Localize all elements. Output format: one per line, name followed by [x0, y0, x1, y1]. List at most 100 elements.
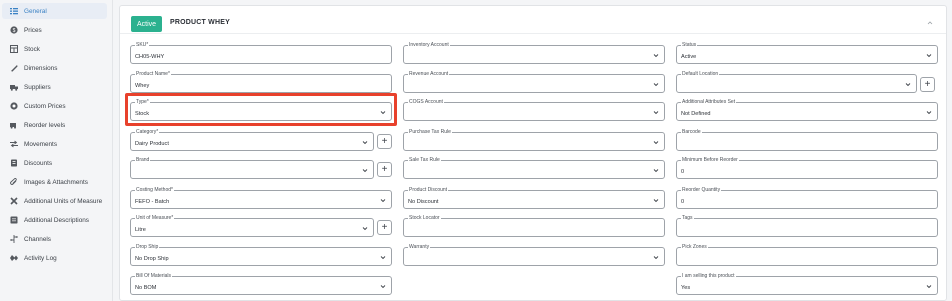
barcode-field[interactable]: Barcode — [676, 129, 938, 151]
sku-value: CH05-WHY — [135, 54, 165, 60]
sidebar-item-general[interactable]: General — [2, 3, 107, 19]
sidebar-item-activity-log[interactable]: Activity Log — [2, 250, 107, 266]
tags-field[interactable]: Tags — [676, 215, 938, 237]
type-label: Type* — [135, 99, 150, 106]
product-name-label: Product Name* — [135, 71, 171, 78]
costing-method-label: Costing Method* — [135, 187, 174, 194]
drop-ship-select[interactable]: Drop Ship No Drop Ship — [130, 244, 392, 266]
barcode-label: Barcode — [681, 129, 702, 136]
sku-label: SKU* — [135, 42, 150, 49]
sale-tax-rule-label: Sale Tax Rule — [408, 157, 441, 164]
cogs-account-label: COGS Account — [408, 99, 444, 106]
sidebar-item-discounts[interactable]: Discounts — [2, 155, 107, 171]
collapse-icon[interactable] — [926, 19, 934, 27]
custom-prices-icon — [9, 102, 18, 111]
chevron-down-icon — [653, 141, 659, 145]
stock-locator-label: Stock Locator — [408, 215, 441, 222]
sidebar: General $ Prices Stock Dimensions Suppli… — [0, 0, 113, 301]
sidebar-item-label: General — [24, 7, 47, 15]
chevron-down-icon — [653, 256, 659, 260]
revenue-account-select[interactable]: Revenue Account — [403, 71, 665, 93]
chevron-down-icon — [926, 285, 932, 289]
inventory-account-label: Inventory Account — [408, 42, 450, 49]
product-discount-value: No Discount — [408, 199, 439, 205]
warranty-select[interactable]: Warranty — [403, 244, 665, 266]
type-select[interactable]: Type* Stock — [130, 99, 392, 121]
reorder-icon — [9, 121, 18, 130]
sidebar-item-additional-units[interactable]: Additional Units of Measure — [2, 193, 107, 209]
sidebar-item-label: Additional Units of Measure — [24, 197, 103, 205]
costing-method-select[interactable]: Costing Method* FEFO - Batch — [130, 187, 392, 209]
chevron-down-icon — [380, 256, 386, 260]
selling-select[interactable]: I am selling this product Yes — [676, 273, 938, 295]
chevron-down-icon — [653, 169, 659, 173]
channels-icon — [9, 235, 18, 244]
default-location-label: Default Location — [681, 71, 720, 78]
add-brand-button[interactable]: + — [377, 162, 392, 177]
category-select[interactable]: Category* Dairy Product — [130, 129, 374, 151]
sidebar-item-reorder-levels[interactable]: Reorder levels — [2, 117, 107, 133]
sidebar-item-label: Custom Prices — [24, 102, 66, 110]
product-discount-label: Product Discount — [408, 187, 449, 194]
sidebar-item-suppliers[interactable]: Suppliers — [2, 79, 107, 95]
sidebar-item-label: Stock — [24, 45, 40, 53]
unit-of-measure-label: Unit of Measure* — [135, 215, 175, 222]
add-category-button[interactable]: + — [377, 134, 392, 149]
product-discount-select[interactable]: Product Discount No Discount — [403, 187, 665, 209]
general-icon — [9, 7, 18, 16]
drop-ship-value: No Drop Ship — [135, 256, 169, 262]
additional-attributes-label: Additional Attributes Set — [681, 99, 737, 106]
arrows-icon — [9, 140, 18, 149]
discount-icon — [9, 159, 18, 168]
add-unit-button[interactable]: + — [377, 220, 392, 235]
cogs-account-select[interactable]: COGS Account — [403, 99, 665, 121]
chevron-down-icon — [362, 169, 368, 173]
reorder-quantity-field[interactable]: Reorder Quantity 0 — [676, 187, 938, 209]
sidebar-item-custom-prices[interactable]: Custom Prices — [2, 98, 107, 114]
chevron-down-icon — [380, 285, 386, 289]
paperclip-icon — [9, 178, 18, 187]
sidebar-item-stock[interactable]: Stock — [2, 41, 107, 57]
unit-of-measure-select[interactable]: Unit of Measure* Litre — [130, 215, 374, 237]
sidebar-item-label: Images & Attachments — [24, 178, 88, 186]
chevron-down-icon — [362, 227, 368, 231]
sidebar-item-label: Movements — [24, 140, 58, 148]
product-name-value: Whey — [135, 83, 150, 89]
sale-tax-rule-select[interactable]: Sale Tax Rule — [403, 157, 665, 179]
brand-select[interactable]: Brand — [130, 157, 374, 179]
minimum-before-reorder-field[interactable]: Minimum Before Reorder 0 — [676, 157, 938, 179]
description-icon — [9, 216, 18, 225]
product-name-field[interactable]: Product Name* Whey — [130, 71, 392, 93]
minimum-before-reorder-label: Minimum Before Reorder — [681, 157, 739, 164]
card-header: Active PRODUCT WHEY — [120, 6, 946, 34]
sidebar-item-images-attachments[interactable]: Images & Attachments — [2, 174, 107, 190]
sidebar-item-label: Dimensions — [24, 64, 58, 72]
costing-method-value: FEFO - Batch — [135, 199, 170, 205]
pick-zones-field[interactable]: Pick Zones — [676, 244, 938, 266]
sidebar-item-movements[interactable]: Movements — [2, 136, 107, 152]
purchase-tax-rule-select[interactable]: Purchase Tax Rule — [403, 129, 665, 151]
sidebar-item-prices[interactable]: $ Prices — [2, 22, 107, 38]
pick-zones-label: Pick Zones — [681, 244, 708, 251]
default-location-select[interactable]: Default Location — [676, 71, 917, 93]
sidebar-item-channels[interactable]: Channels — [2, 231, 107, 247]
status-select[interactable]: Status Active — [676, 42, 938, 64]
chevron-down-icon — [926, 111, 932, 115]
revenue-account-label: Revenue Account — [408, 71, 450, 78]
sidebar-item-dimensions[interactable]: Dimensions — [2, 60, 107, 76]
brand-label: Brand — [135, 157, 151, 164]
stock-locator-field[interactable]: Stock Locator — [403, 215, 665, 237]
status-label: Status — [681, 42, 698, 49]
bill-of-materials-value: No BOM — [135, 285, 157, 291]
add-location-button[interactable]: + — [920, 77, 935, 92]
sku-field[interactable]: SKU* CH05-WHY — [130, 42, 392, 64]
additional-attributes-select[interactable]: Additional Attributes Set Not Defined — [676, 99, 938, 121]
drop-ship-label: Drop Ship — [135, 244, 160, 251]
selling-value: Yes — [681, 285, 691, 291]
sidebar-item-additional-descriptions[interactable]: Additional Descriptions — [2, 212, 107, 228]
sidebar-item-label: Reorder levels — [24, 121, 66, 129]
reorder-quantity-label: Reorder Quantity — [681, 187, 722, 194]
inventory-account-select[interactable]: Inventory Account — [403, 42, 665, 64]
bill-of-materials-select[interactable]: Bill Of Materials No BOM — [130, 273, 392, 295]
chevron-down-icon — [653, 111, 659, 115]
